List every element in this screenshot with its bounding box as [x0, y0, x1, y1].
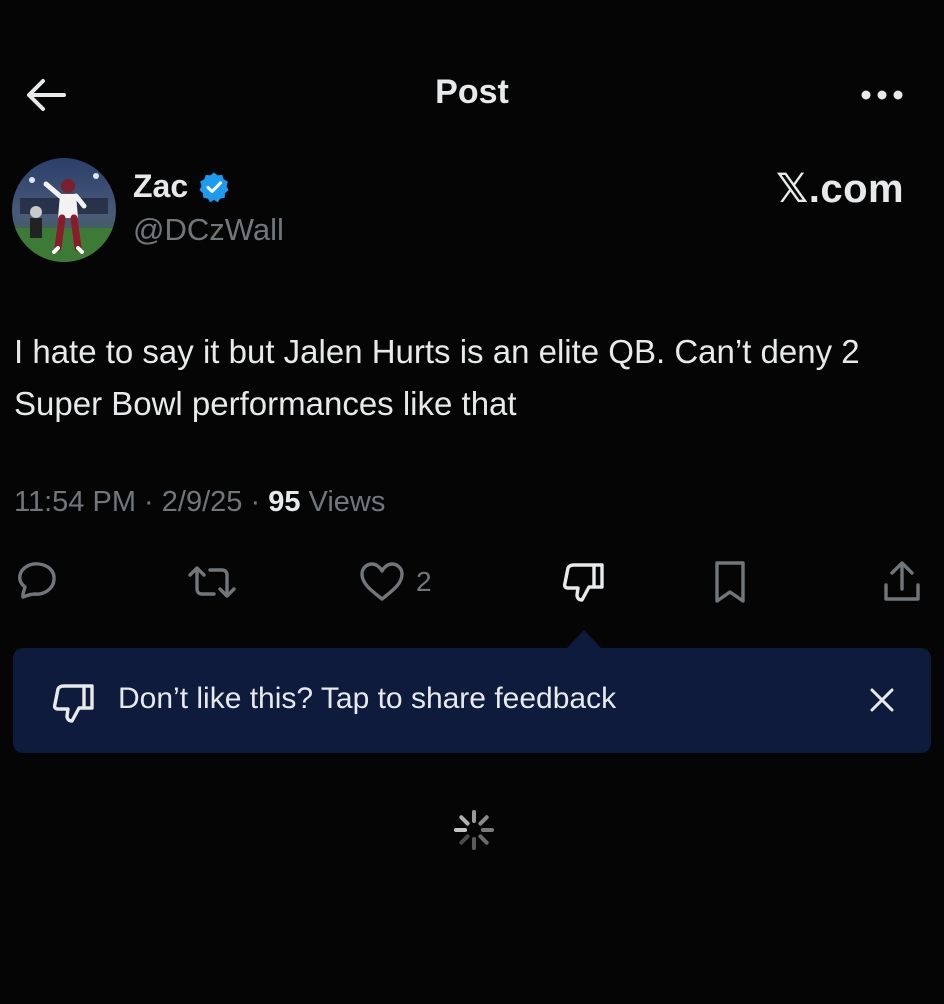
more-horizontal-icon — [861, 90, 903, 100]
tweet-date[interactable]: 2/9/25 — [162, 486, 243, 519]
more-button[interactable] — [856, 72, 908, 118]
views-label: Views — [300, 486, 386, 518]
avatar[interactable] — [12, 158, 116, 262]
brand-watermark: 𝕏.com — [776, 167, 905, 211]
meta-separator: · — [135, 486, 162, 518]
feedback-text[interactable]: Don’t like this? Tap to share feedback — [118, 682, 616, 716]
reply-icon — [18, 562, 56, 599]
share-icon — [884, 561, 920, 601]
verified-badge-icon — [199, 172, 229, 202]
views-count: 95 — [268, 486, 301, 518]
football-player-avatar — [12, 158, 116, 262]
retweet-button[interactable] — [186, 558, 238, 606]
author-handle[interactable]: @DCzWall — [133, 212, 284, 248]
heart-icon — [360, 562, 404, 601]
bookmark-icon — [715, 561, 745, 603]
thumbs-down-icon — [562, 563, 604, 602]
tweet-meta: 11:54 PM · 2/9/25 · 95 Views — [14, 486, 385, 519]
like-count: 2 — [416, 566, 432, 597]
share-button[interactable] — [880, 558, 924, 606]
retweet-icon — [188, 566, 236, 598]
tweet-text: I hate to say it but Jalen Hurts is an e… — [14, 333, 860, 422]
close-icon — [870, 688, 894, 712]
feedback-close-button[interactable] — [862, 680, 902, 720]
bookmark-button[interactable] — [710, 558, 750, 606]
author-name-row[interactable]: Zac — [133, 168, 230, 205]
spinner-icon — [452, 808, 496, 852]
like-button[interactable]: 2 — [358, 558, 432, 606]
feedback-thumbs-down-icon — [50, 680, 96, 731]
dislike-button[interactable] — [560, 558, 606, 606]
author-name[interactable]: Zac — [133, 168, 188, 205]
meta-separator: · — [242, 486, 269, 518]
reply-button[interactable] — [14, 558, 60, 606]
feedback-pointer — [566, 630, 602, 649]
tweet-time[interactable]: 11:54 PM — [14, 486, 136, 519]
page-title: Post — [435, 73, 509, 111]
